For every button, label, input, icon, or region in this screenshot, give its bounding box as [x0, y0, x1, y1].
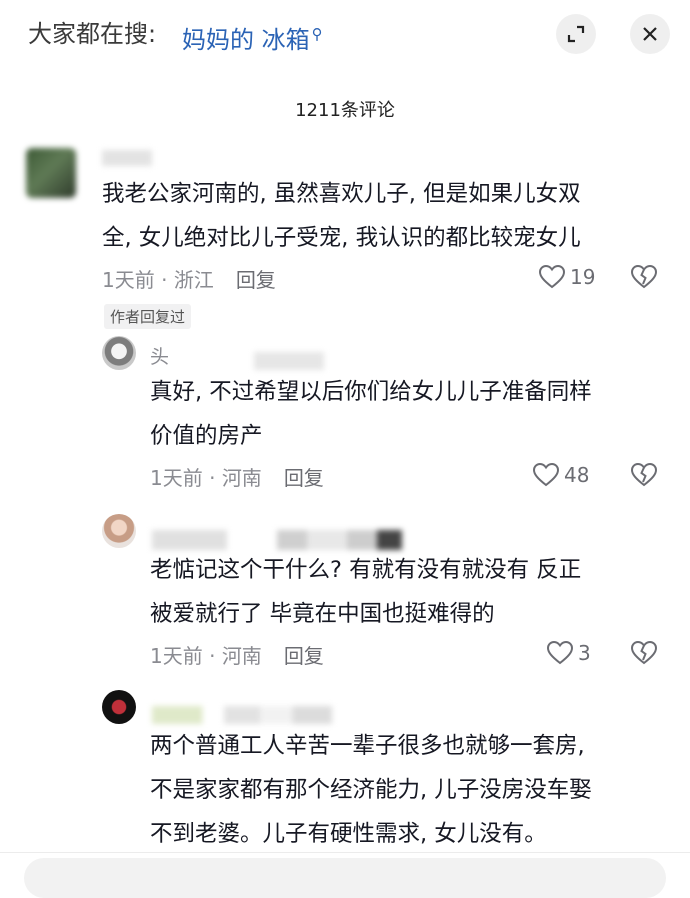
comment-time: 1天前: [102, 268, 155, 292]
like-count: 3: [578, 641, 591, 665]
dislike-button[interactable]: [630, 640, 658, 670]
comment-time: 1天前: [150, 644, 203, 668]
broken-heart-icon: [630, 640, 658, 665]
expand-button[interactable]: [556, 14, 596, 54]
like-count: 48: [564, 463, 590, 487]
dislike-button[interactable]: [630, 462, 658, 492]
comment-text-line: 不是家家都有那个经济能力, 儿子没房没车娶: [150, 777, 592, 803]
avatar[interactable]: [102, 336, 136, 370]
comment-text-line: 全, 女儿绝对比儿子受宠, 我认识的都比较宠女儿: [102, 225, 581, 251]
comment-text-line: 价值的房产: [150, 423, 263, 449]
reply-button[interactable]: 回复: [284, 644, 324, 668]
heart-icon: [546, 640, 574, 665]
comment-text-line: 不到老婆。儿子有硬性需求, 女儿没有。: [150, 821, 547, 847]
comment-text-line: 被爱就行了 毕竟在中国也挺难得的: [150, 601, 495, 627]
comment-meta: 1天前 · 浙江 回复: [102, 268, 276, 292]
expand-icon: [567, 25, 585, 43]
comment-text-line: 我老公家河南的, 虽然喜欢儿子, 但是如果儿女双: [102, 181, 581, 207]
close-icon: [643, 27, 657, 41]
username-redacted: [102, 150, 152, 166]
dislike-button[interactable]: [630, 264, 658, 294]
comment-location: 河南: [221, 466, 262, 490]
like-button[interactable]: 3: [546, 640, 591, 666]
bottom-divider: [0, 852, 690, 853]
comment-text-line: 老惦记这个干什么? 有就有没有就没有 反正: [150, 557, 582, 583]
avatar[interactable]: [102, 690, 136, 724]
comment-time: 1天前: [150, 466, 203, 490]
broken-heart-icon: [630, 462, 658, 487]
author-replied-tag: 作者回复过: [104, 304, 192, 329]
comment-location: 浙江: [173, 268, 214, 292]
avatar[interactable]: [102, 514, 136, 548]
reply-button[interactable]: 回复: [236, 268, 276, 292]
search-suggestion-link[interactable]: 妈妈的 冰箱 ⚲: [182, 14, 323, 60]
comment-text-line: 两个普通工人辛苦一辈子很多也就够一套房,: [150, 733, 585, 759]
username[interactable]: 头: [150, 342, 169, 369]
search-query-text[interactable]: 妈妈的 冰箱: [182, 26, 310, 54]
heart-icon: [532, 462, 560, 487]
avatar[interactable]: [26, 148, 76, 198]
reply-button[interactable]: 回复: [284, 466, 324, 490]
like-button[interactable]: 19: [538, 264, 595, 290]
comment-count: 1211条评论: [295, 100, 395, 121]
comment-meta: 1天前 · 河南 回复: [150, 644, 324, 668]
username-redacted: [152, 706, 332, 724]
comment-text-line: 真好, 不过希望以后你们给女儿儿子准备同样: [150, 379, 592, 405]
comment-meta: 1天前 · 河南 回复: [150, 466, 324, 490]
username-redacted: [152, 530, 402, 550]
like-count: 19: [570, 265, 596, 289]
broken-heart-icon: [630, 264, 658, 289]
close-button[interactable]: [630, 14, 670, 54]
like-button[interactable]: 48: [532, 462, 589, 488]
username-redacted: [254, 352, 324, 370]
comment-input-bar[interactable]: [24, 858, 666, 898]
comment-location: 河南: [221, 644, 262, 668]
heart-icon: [538, 264, 566, 289]
search-suggestion-prefix: 大家都在搜:: [28, 20, 157, 48]
search-icon: ⚲: [311, 25, 323, 43]
